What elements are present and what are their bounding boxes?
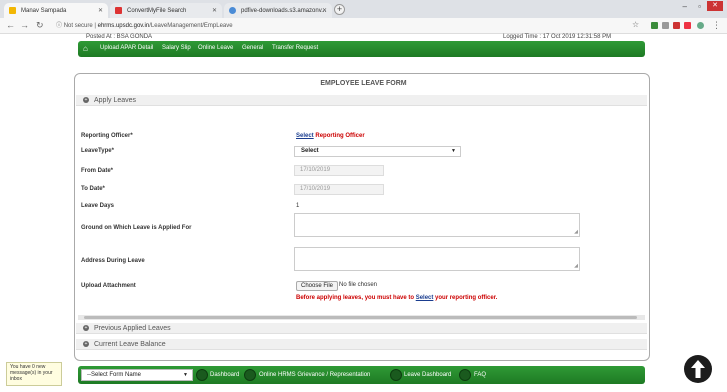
choose-file-button[interactable]: Choose File <box>296 281 339 291</box>
extension-icon[interactable] <box>684 22 691 29</box>
minimize-icon[interactable]: – <box>683 2 687 11</box>
tab-title: pdfive-downloads.s3.amazonv... <box>241 7 327 14</box>
maximize-icon[interactable]: ▫ <box>698 2 701 11</box>
browser-tab-strip: Manav Sampada ✕ ConvertMyFile Search ✕ p… <box>0 0 727 18</box>
nav-online-leave[interactable]: Online Leave <box>198 45 233 51</box>
arrow-up-icon <box>691 360 705 378</box>
resize-grip-icon[interactable]: ◢ <box>574 263 578 269</box>
nav-salary-slip[interactable]: Salary Slip <box>162 45 191 51</box>
expand-icon: + <box>83 325 89 332</box>
form-select-value: --Select Form Name <box>87 372 142 378</box>
to-date-input[interactable]: 17/10/2019 <box>294 184 384 195</box>
logged-time: Logged Time : 17 Oct 2019 12:31:58 PM <box>503 34 612 40</box>
select-reporting-officer-link[interactable]: Select <box>296 133 314 139</box>
address-label: Address During Leave <box>81 258 145 264</box>
favicon-icon <box>229 7 236 14</box>
url-security: Not secure <box>63 23 93 29</box>
new-tab-button[interactable]: + <box>334 4 345 15</box>
apply-leaves-header[interactable]: + Apply Leaves <box>76 95 647 106</box>
tab-title: Manav Sampada <box>21 7 67 14</box>
warning-suffix: your reporting officer. <box>433 295 498 301</box>
main-nav: ⌂ Upload APAR Detail Salary Slip Online … <box>78 41 645 57</box>
tab-manav-sampada[interactable]: Manav Sampada ✕ <box>4 3 108 18</box>
footer-grievance-link[interactable]: Online HRMS Grievance / Representation <box>259 372 370 378</box>
expand-icon: + <box>83 97 89 104</box>
reload-icon[interactable]: ↻ <box>36 20 44 31</box>
previous-leaves-header[interactable]: + Previous Applied Leaves <box>76 323 647 334</box>
reporting-officer-label: Reporting Officer* <box>81 133 133 139</box>
chevron-down-icon: ▼ <box>183 372 188 378</box>
scroll-to-top-button[interactable] <box>684 355 712 383</box>
home-icon[interactable]: ⌂ <box>83 44 91 53</box>
grievance-icon <box>244 369 256 381</box>
close-tab-icon[interactable]: ✕ <box>98 7 103 14</box>
url-path: /LeaveManagement/EmpLeave <box>149 23 233 29</box>
footer-faq-link[interactable]: FAQ <box>474 372 486 378</box>
reporting-warning: Before applying leaves, you must have to… <box>296 295 497 301</box>
faq-icon <box>459 369 471 381</box>
url-host: ehrms.upsdc.gov.in <box>97 23 150 29</box>
favicon-icon <box>115 7 122 14</box>
info-icon: ⓘ <box>56 23 63 29</box>
tab-convertmyfile[interactable]: ConvertMyFile Search ✕ <box>110 3 222 18</box>
nav-transfer-request[interactable]: Transfer Request <box>272 45 318 51</box>
address-bar[interactable]: ⓘ Not secure | ehrms.upsdc.gov.in/LeaveM… <box>56 20 646 32</box>
dashboard-icon <box>196 369 208 381</box>
ground-textarea[interactable]: ◢ <box>294 213 580 237</box>
extension-icon[interactable] <box>662 22 669 29</box>
profile-avatar[interactable] <box>697 22 704 29</box>
from-date-input[interactable]: 17/10/2019 <box>294 165 384 176</box>
extension-icon[interactable] <box>651 22 658 29</box>
leave-balance-header[interactable]: + Current Leave Balance <box>76 339 647 350</box>
upload-label: Upload Attachment <box>81 283 136 289</box>
browser-toolbar: ← → ↻ ⓘ Not secure | ehrms.upsdc.gov.in/… <box>0 18 727 34</box>
favicon-icon <box>9 7 16 14</box>
ground-label: Ground on Which Leave is Applied For <box>81 225 192 231</box>
horizontal-scrollbar[interactable] <box>78 315 645 320</box>
no-file-text: No file chosen <box>339 282 378 288</box>
bookmark-star-icon[interactable]: ☆ <box>632 20 639 29</box>
leave-type-value: Select <box>301 148 319 154</box>
leave-type-label: LeaveType* <box>81 148 114 154</box>
menu-icon[interactable]: ⋮ <box>712 20 721 31</box>
address-textarea[interactable]: ◢ <box>294 247 580 271</box>
reporting-officer-value: Select Reporting Officer <box>296 133 365 139</box>
to-date-label: To Date* <box>81 186 105 192</box>
form-title: EMPLOYEE LEAVE FORM <box>320 80 407 87</box>
reporting-officer-text: Reporting Officer <box>313 133 365 139</box>
leave-type-select[interactable]: Select ▼ <box>294 146 461 157</box>
close-tab-icon[interactable]: ✕ <box>212 7 217 14</box>
tab-pdfive[interactable]: pdfive-downloads.s3.amazonv... ✕ <box>224 3 332 18</box>
back-icon[interactable]: ← <box>6 20 15 30</box>
posted-at: Posted At : BSA GONDA <box>86 34 153 40</box>
section-label: Apply Leaves <box>94 97 137 104</box>
leave-dashboard-icon <box>390 369 402 381</box>
scrollbar-thumb[interactable] <box>84 316 637 319</box>
footer-leave-dashboard-link[interactable]: Leave Dashboard <box>404 372 451 378</box>
from-date-label: From Date* <box>81 168 114 174</box>
tab-title: ConvertMyFile Search <box>127 7 187 14</box>
nav-general[interactable]: General <box>242 45 263 51</box>
close-tab-icon[interactable]: ✕ <box>322 7 327 14</box>
resize-grip-icon[interactable]: ◢ <box>574 229 578 235</box>
extension-icon[interactable] <box>673 22 680 29</box>
expand-icon: + <box>83 341 89 348</box>
nav-upload-apar[interactable]: Upload APAR Detail <box>100 45 153 51</box>
close-window-icon[interactable]: ✕ <box>707 1 723 11</box>
chevron-down-icon: ▼ <box>451 148 456 154</box>
leave-days-value: 1 <box>296 203 300 209</box>
message-notice[interactable]: You have 0 new message(s) in your inbox <box>6 362 62 386</box>
section-label: Current Leave Balance <box>94 341 166 348</box>
forward-icon[interactable]: → <box>20 20 29 30</box>
section-label: Previous Applied Leaves <box>94 325 171 332</box>
bottom-bar: --Select Form Name ▼ Dashboard Online HR… <box>78 366 645 384</box>
form-name-select[interactable]: --Select Form Name ▼ <box>81 369 193 381</box>
footer-dashboard-link[interactable]: Dashboard <box>210 372 239 378</box>
warning-select-link[interactable]: Select <box>416 295 434 301</box>
warning-prefix: Before applying leaves, you must have to <box>296 295 416 301</box>
leave-days-label: Leave Days <box>81 203 115 209</box>
